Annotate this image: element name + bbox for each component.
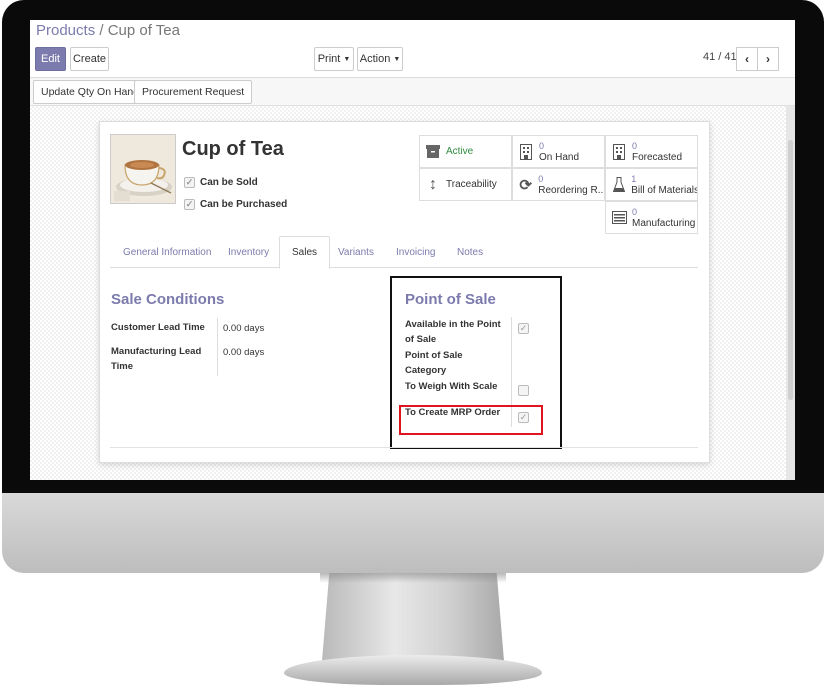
tea-cup-image [111,135,175,203]
breadcrumb-current: Cup of Tea [107,22,180,39]
to-weigh-with-scale-checkbox[interactable] [518,385,529,396]
pos-category-label: Point of Sale Category [405,350,463,376]
form-sheet: Cup of Tea ✓ Can be Sold ✓ Can be Purcha… [99,121,710,463]
product-image[interactable] [110,134,176,204]
can-be-sold-row: ✓ Can be Sold [184,177,258,188]
on-hand-button[interactable]: 0 On Hand [512,135,605,168]
building-icon [606,143,632,160]
monitor-chin [2,493,824,573]
form-divider [110,447,698,448]
breadcrumb-products-link[interactable]: Products [36,22,95,39]
monitor-stand-base [284,655,542,685]
header-action-bar: Update Qty On Hand Procurement Request [30,78,795,106]
screen: Products / Cup of Tea Edit Create Print ▼… [30,20,795,480]
customer-lead-time-value[interactable]: 0.00 days [223,323,264,334]
point-of-sale-title: Point of Sale [405,291,496,308]
can-be-sold-label: Can be Sold [200,177,258,188]
can-be-purchased-row: ✓ Can be Purchased [184,199,287,210]
action-dropdown[interactable]: Action ▼ [357,47,403,71]
control-panel: Products / Cup of Tea Edit Create Print ▼… [30,20,795,78]
next-record-button[interactable]: › [757,47,779,71]
chevron-left-icon: ‹ [745,52,749,66]
available-in-pos-checkbox[interactable]: ✓ [518,323,529,334]
tab-general-information[interactable]: General Information [111,236,223,268]
reordering-rules-button[interactable]: ⟳ 0 Reordering R... [512,168,605,201]
to-weigh-with-scale-label: To Weigh With Scale [405,381,498,392]
scrollbar-thumb[interactable] [788,140,793,400]
bill-of-materials-button[interactable]: 1 Bill of Materials [605,168,698,201]
arrows-vertical-icon: ↕ [429,175,437,193]
list-icon [606,211,632,224]
procurement-request-button[interactable]: Procurement Request [134,80,253,104]
print-dropdown[interactable]: Print ▼ [314,47,354,71]
tab-variants[interactable]: Variants [326,236,386,268]
customer-lead-time-label: Customer Lead Time [111,322,205,333]
can-be-sold-checkbox[interactable]: ✓ [184,177,195,188]
product-name[interactable]: Cup of Tea [182,138,284,161]
chevron-right-icon: › [766,52,770,66]
previous-record-button[interactable]: ‹ [736,47,758,71]
caret-down-icon: ▼ [393,55,401,63]
tab-invoicing[interactable]: Invoicing [384,236,447,268]
breadcrumb: Products / Cup of Tea [36,22,180,39]
sale-conditions-title: Sale Conditions [111,291,225,308]
create-button[interactable]: Create [70,47,109,71]
manufacturing-button[interactable]: 0 Manufacturing [605,201,698,234]
can-be-purchased-label: Can be Purchased [200,199,288,210]
archive-icon [420,145,446,158]
update-qty-on-hand-button[interactable]: Update Qty On Hand [33,80,148,104]
refresh-icon: ⟳ [519,176,532,194]
pager-value[interactable]: 41 / 41 [703,51,737,63]
tab-sales[interactable]: Sales [279,236,331,269]
traceability-button[interactable]: ↕ Traceability [419,168,512,201]
can-be-purchased-checkbox[interactable]: ✓ [184,199,195,210]
edit-button[interactable]: Edit [35,47,66,71]
mrp-order-highlight-box [399,405,543,435]
building-icon [513,143,539,160]
active-toggle-button[interactable]: Active [419,135,512,168]
caret-down-icon: ▼ [343,55,351,63]
monitor-frame: Products / Cup of Tea Edit Create Print ▼… [0,0,824,686]
flask-icon [606,177,631,192]
tab-notes[interactable]: Notes [445,236,495,268]
available-in-pos-label: Available in the Point of Sale [405,319,501,345]
forecasted-button[interactable]: 0 Forecasted [605,135,698,168]
manufacturing-lead-time-value[interactable]: 0.00 days [223,347,264,358]
tab-inventory[interactable]: Inventory [216,236,281,268]
manufacturing-lead-time-label: Manufacturing Lead Time [111,346,202,372]
monitor-stand [322,573,504,661]
notebook-tabs: General Information Inventory Sales Vari… [110,236,698,269]
